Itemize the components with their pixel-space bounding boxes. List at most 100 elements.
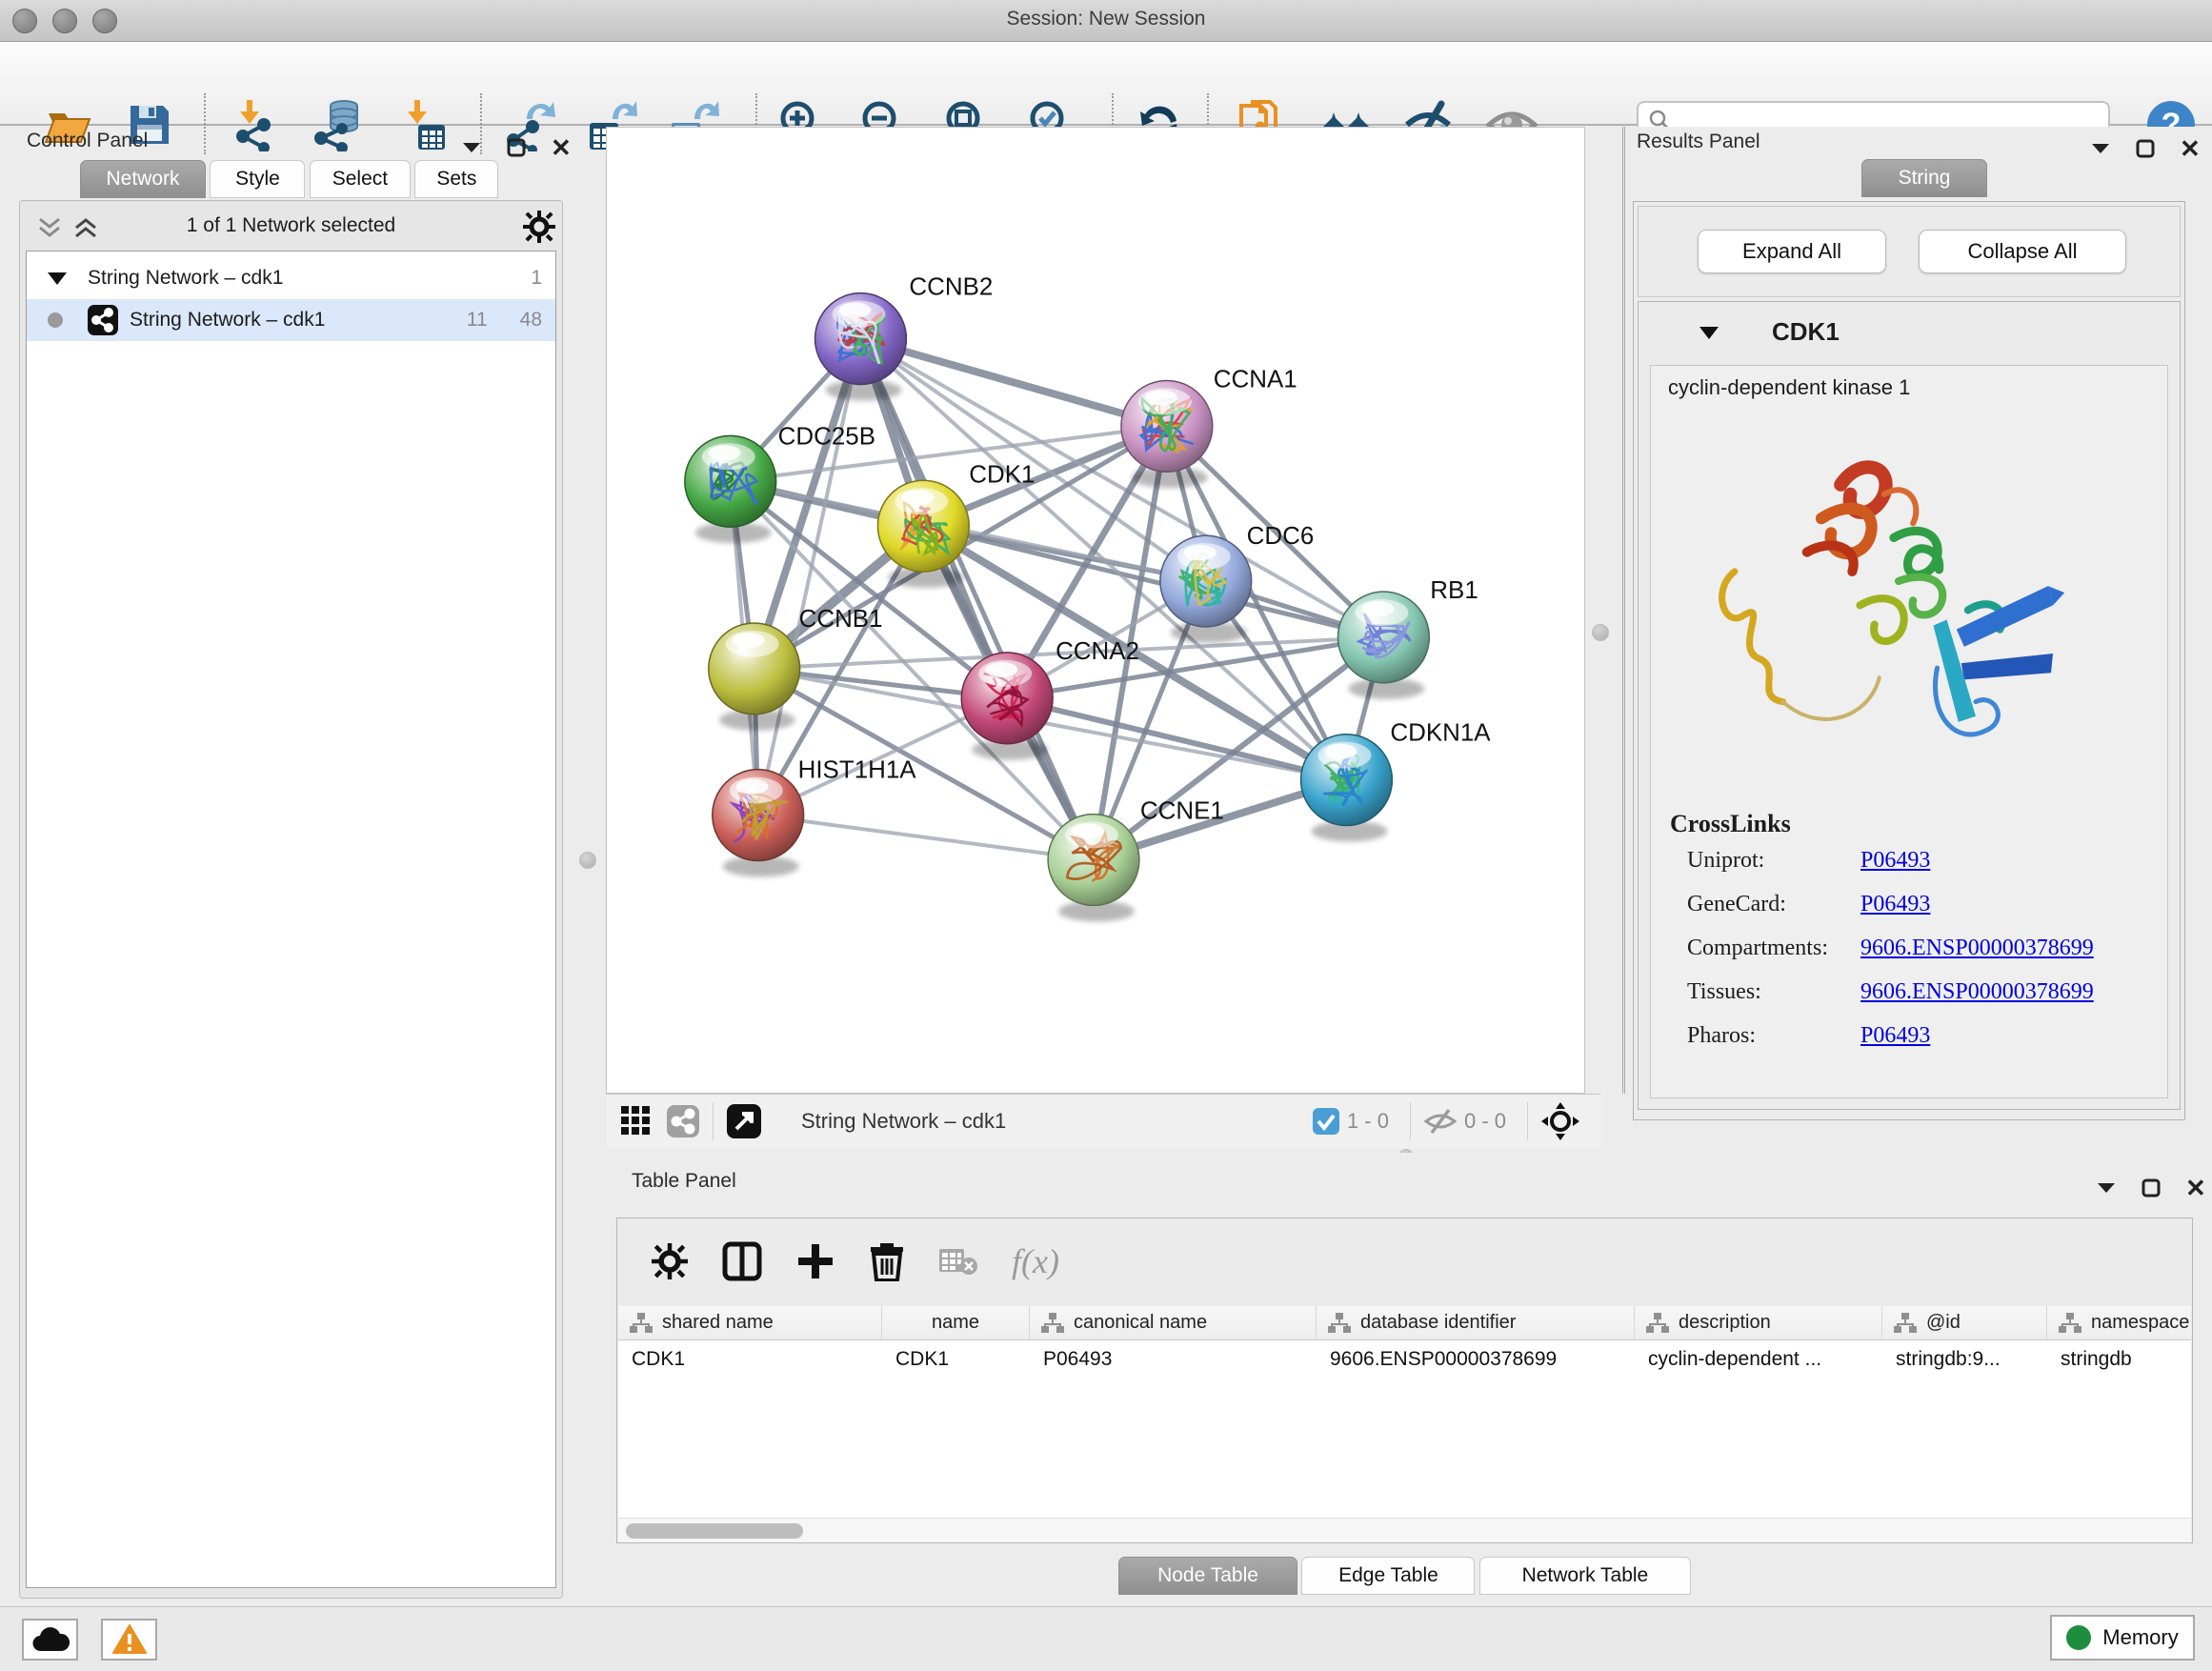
cell-description[interactable]: cyclin-dependent ...: [1635, 1340, 1882, 1382]
divider: [713, 1102, 714, 1140]
column-header-description[interactable]: description: [1635, 1306, 1882, 1339]
collapse-section-icon[interactable]: [1699, 327, 1719, 339]
vertical-splitter-handle[interactable]: [579, 852, 596, 869]
function-builder-icon: f(x): [1012, 1241, 1059, 1281]
node-label-CDC6: CDC6: [1247, 523, 1315, 550]
collapse-all-button[interactable]: Collapse All: [1919, 230, 2126, 273]
selected-count: 1 - 0: [1347, 1109, 1389, 1134]
crosslink-row: Pharos:P06493: [1687, 1023, 2163, 1049]
protein-structure-image: [1708, 427, 2089, 808]
table-row[interactable]: CDK1 CDK1 P06493 9606.ENSP00000378699 cy…: [618, 1340, 2191, 1382]
float-panel-icon[interactable]: [2136, 139, 2155, 158]
column-header-canonical-name[interactable]: canonical name: [1030, 1306, 1317, 1339]
tab-edge-table[interactable]: Edge Table: [1301, 1557, 1475, 1595]
float-panel-icon[interactable]: [2142, 1178, 2161, 1198]
current-network-dot: [48, 312, 63, 328]
cell-namespace[interactable]: stringdb: [2047, 1340, 2191, 1382]
column-header-id[interactable]: @id: [1882, 1306, 2047, 1339]
gear-icon[interactable]: [523, 211, 555, 243]
network-list: String Network – cdk1 1 String Network –…: [26, 251, 556, 1588]
float-panel-icon[interactable]: [507, 138, 526, 157]
panel-menu-icon[interactable]: [2090, 142, 2111, 155]
panel-menu-icon[interactable]: [461, 141, 482, 154]
control-panel: Control Panel ✕ Network Style Select Set…: [8, 128, 574, 1606]
control-panel-tabs: Network Style Select Sets: [80, 160, 498, 198]
grid-view-icon[interactable]: [621, 1106, 652, 1137]
node-label-CDK1: CDK1: [969, 461, 1035, 488]
network-column-icon: [2059, 1313, 2081, 1334]
close-panel-icon[interactable]: ✕: [2185, 1176, 2206, 1200]
table-toolbar: f(x): [617, 1218, 2192, 1304]
expand-all-button[interactable]: Expand All: [1698, 230, 1886, 273]
crosslink-value-link[interactable]: P06493: [1860, 1023, 1930, 1048]
panel-menu-icon[interactable]: [2096, 1181, 2117, 1195]
selected-checkbox-icon[interactable]: [1313, 1108, 1339, 1135]
cell-canonical-name[interactable]: P06493: [1030, 1340, 1317, 1382]
table-horizontal-scrollbar[interactable]: [618, 1518, 2191, 1542]
crosslink-value-link[interactable]: 9606.ENSP00000378699: [1860, 936, 2094, 960]
node-label-RB1: RB1: [1430, 577, 1478, 604]
memory-button[interactable]: Memory: [2050, 1615, 2195, 1661]
tab-network[interactable]: Network: [80, 160, 206, 198]
node-gloss: [709, 445, 741, 460]
network-row-selected[interactable]: String Network – cdk1 11 48: [27, 299, 555, 341]
cell-shared-name[interactable]: CDK1: [618, 1340, 882, 1382]
window-title: Session: New Session: [0, 8, 2212, 30]
birds-eye-view-icon[interactable]: [1541, 1102, 1579, 1140]
string-results-box: Expand All Collapse All CDK1 cyclin-depe…: [1633, 201, 2185, 1120]
node-label-CCNB2: CCNB2: [909, 274, 993, 301]
memory-status-dot: [2066, 1625, 2091, 1650]
node-label-HIST1H1A: HIST1H1A: [798, 757, 917, 784]
network-column-icon: [1328, 1313, 1351, 1334]
crosslink-label: Compartments:: [1687, 936, 1860, 961]
cell-id[interactable]: stringdb:9...: [1882, 1340, 2047, 1382]
collection-label: String Network – cdk1: [88, 267, 283, 290]
network-view-title: String Network – cdk1: [801, 1109, 1006, 1134]
column-header-shared-name[interactable]: shared name: [618, 1306, 882, 1339]
crosslink-value-link[interactable]: 9606.ENSP00000378699: [1860, 979, 2094, 1004]
warnings-button[interactable]: [101, 1619, 157, 1661]
scrollbar-thumb[interactable]: [626, 1523, 803, 1539]
show-columns-icon[interactable]: [722, 1241, 762, 1281]
column-header-name[interactable]: name: [882, 1306, 1030, 1339]
table-options-gear-icon[interactable]: [652, 1243, 688, 1279]
divider: [1410, 1102, 1411, 1140]
node-table[interactable]: shared name name canonical name database…: [618, 1306, 2191, 1518]
vertical-splitter-handle[interactable]: [1592, 624, 1609, 641]
close-panel-icon[interactable]: ✕: [2180, 136, 2201, 161]
hidden-eye-icon[interactable]: [1424, 1108, 1457, 1135]
cell-name[interactable]: CDK1: [882, 1340, 1030, 1382]
column-header-database-identifier[interactable]: database identifier: [1317, 1306, 1635, 1339]
open-in-new-window-icon[interactable]: [727, 1104, 761, 1138]
tab-string[interactable]: String: [1861, 159, 1987, 197]
network-edge-count: 48: [520, 309, 542, 332]
tab-sets[interactable]: Sets: [414, 160, 498, 198]
crosslink-label: Tissues:: [1687, 979, 1860, 1005]
tab-select[interactable]: Select: [310, 160, 411, 198]
network-collection-row[interactable]: String Network – cdk1 1: [27, 257, 555, 299]
tab-network-table[interactable]: Network Table: [1479, 1557, 1691, 1595]
add-column-icon[interactable]: [796, 1242, 835, 1280]
collection-expand-icon[interactable]: [48, 272, 67, 285]
table-panel: Table Panel ✕ f(x) shared name name cano…: [591, 1153, 2212, 1606]
results-buttons-box: Expand All Collapse All: [1638, 206, 2181, 297]
title-bar: Session: New Session: [0, 0, 2212, 42]
status-bar: Memory: [0, 1606, 2212, 1671]
crosslink-value-link[interactable]: P06493: [1860, 848, 1930, 873]
results-panel-title: Results Panel: [1637, 131, 1760, 153]
hidden-count: 0 - 0: [1464, 1109, 1506, 1134]
close-panel-icon[interactable]: ✕: [551, 135, 572, 160]
tab-node-table[interactable]: Node Table: [1118, 1557, 1297, 1595]
node-gloss: [1325, 744, 1357, 759]
crosslink-value-link[interactable]: P06493: [1860, 892, 1930, 916]
network-canvas[interactable]: CCNB2CCNA1CDC25BCDK1CDC6RB1CCNB1CCNA2CDK…: [606, 127, 1585, 1094]
cell-database-identifier[interactable]: 9606.ENSP00000378699: [1317, 1340, 1635, 1382]
share-view-icon[interactable]: [667, 1105, 699, 1137]
table-tabs: Node Table Edge Table Network Table: [1118, 1557, 1691, 1595]
delete-column-icon[interactable]: [869, 1241, 905, 1281]
node-gloss: [1184, 545, 1217, 560]
crosslink-row: Compartments:9606.ENSP00000378699: [1687, 936, 2163, 961]
column-header-namespace[interactable]: namespace: [2047, 1306, 2191, 1339]
cloud-button[interactable]: [22, 1619, 78, 1661]
tab-style[interactable]: Style: [210, 160, 305, 198]
